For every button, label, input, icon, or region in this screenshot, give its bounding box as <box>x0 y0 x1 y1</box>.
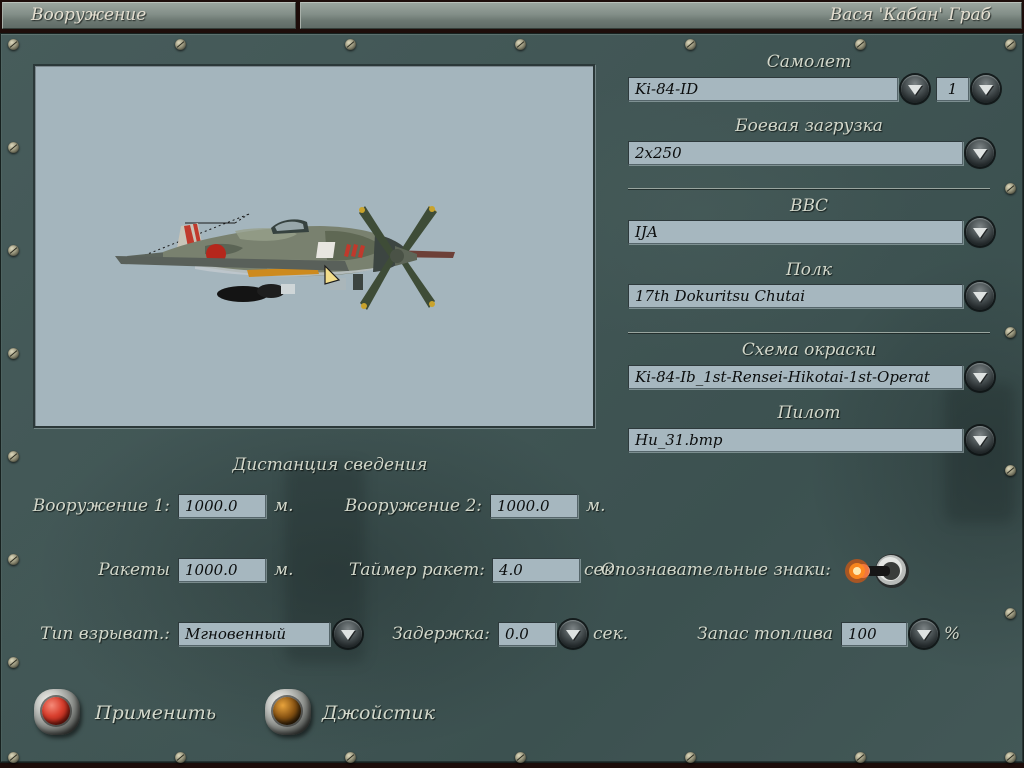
aircraft-preview[interactable] <box>33 64 595 428</box>
pilot-dropdown-button[interactable] <box>966 426 994 454</box>
screw-icon <box>345 752 356 763</box>
weapon1-label: Вооружение 1: <box>20 494 170 518</box>
aircraft-select[interactable]: Ki-84-ID <box>628 77 898 101</box>
player-name-tab: Вася 'Кабан' Граб <box>300 2 1022 29</box>
regiment-select[interactable]: 17th Dokuritsu Chutai <box>628 284 963 308</box>
aircraft-count-dropdown-button[interactable] <box>972 75 1000 103</box>
pilot-label: Пилот <box>628 401 990 425</box>
screw-icon <box>685 39 696 50</box>
rockets-field[interactable]: 1000.0 <box>178 558 266 582</box>
fuel-field[interactable]: 100 <box>841 622 907 646</box>
screw-icon <box>8 245 19 256</box>
markings-label: Опознавательные знаки: <box>601 558 831 582</box>
chevron-down-icon <box>973 228 987 238</box>
screw-icon <box>1005 327 1016 338</box>
delay-dropdown-button[interactable] <box>559 620 587 648</box>
fuel-unit: % <box>944 622 960 646</box>
aircraft-label: Самолет <box>628 50 990 74</box>
chevron-down-icon <box>973 373 987 383</box>
screw-icon <box>345 39 356 50</box>
fuel-dropdown-button[interactable] <box>910 620 938 648</box>
fuse-type-label: Тип взрыват.: <box>20 622 170 646</box>
screw-icon <box>1005 39 1016 50</box>
joystick-button[interactable] <box>265 689 311 735</box>
delay-field[interactable]: 0.0 <box>498 622 556 646</box>
screw-icon <box>1005 752 1016 763</box>
section-divider <box>628 188 990 189</box>
markings-toggle[interactable] <box>840 546 912 596</box>
screw-icon <box>8 752 19 763</box>
air-force-select[interactable]: IJA <box>628 220 963 244</box>
loadout-label: Боевая загрузка <box>628 114 990 138</box>
regiment-label: Полк <box>628 258 990 282</box>
weapon2-field[interactable]: 1000.0 <box>490 494 578 518</box>
weapon1-unit: м. <box>274 494 294 518</box>
screw-icon <box>175 752 186 763</box>
chevron-down-icon <box>917 630 931 640</box>
regiment-dropdown-button[interactable] <box>966 282 994 310</box>
arming-screen: Вооружение Вася 'Кабан' Граб <box>0 0 1024 768</box>
aircraft-dropdown-button[interactable] <box>901 75 929 103</box>
chevron-down-icon <box>979 85 993 95</box>
red-button-icon <box>42 697 70 725</box>
rockets-unit: м. <box>274 558 294 582</box>
delay-unit: сек. <box>593 622 628 646</box>
chevron-down-icon <box>341 630 355 640</box>
convergence-title: Дистанция сведения <box>130 453 530 477</box>
chevron-down-icon <box>973 436 987 446</box>
air-force-dropdown-button[interactable] <box>966 218 994 246</box>
screw-icon <box>175 39 186 50</box>
section-divider <box>628 332 990 333</box>
rockets-label: Ракеты <box>20 558 170 582</box>
weapon2-label: Вооружение 2: <box>332 494 482 518</box>
rocket-timer-label: Таймер ракет: <box>335 558 485 582</box>
aircraft-count-field[interactable]: 1 <box>936 77 969 101</box>
screw-icon <box>1005 608 1016 619</box>
fuel-label: Запас топлива <box>690 622 833 646</box>
chevron-down-icon <box>973 292 987 302</box>
chevron-down-icon <box>566 630 580 640</box>
screw-icon <box>1005 183 1016 194</box>
main-panel: Самолет Ki-84-ID 1 Боевая загрузка 2x250… <box>0 33 1024 763</box>
air-force-label: ВВС <box>628 194 990 218</box>
chevron-down-icon <box>908 85 922 95</box>
screw-icon <box>515 752 526 763</box>
joystick-label: Джойстик <box>322 701 435 725</box>
fuse-type-select[interactable]: Мгновенный <box>178 622 330 646</box>
paint-scheme-select[interactable]: Ki-84-Ib_1st-Rensei-Hikotai-1st-Operat <box>628 365 963 389</box>
screw-icon <box>8 142 19 153</box>
screw-icon <box>8 39 19 50</box>
rocket-timer-field[interactable]: 4.0 <box>492 558 580 582</box>
aircraft-render <box>35 66 593 426</box>
screw-icon <box>8 657 19 668</box>
pilot-select[interactable]: Hu_31.bmp <box>628 428 963 452</box>
loadout-select[interactable]: 2x250 <box>628 141 963 165</box>
paint-scheme-dropdown-button[interactable] <box>966 363 994 391</box>
apply-button[interactable] <box>34 689 80 735</box>
apply-label: Применить <box>95 701 216 725</box>
paint-scheme-label: Схема окраски <box>628 338 990 362</box>
weapon1-field[interactable]: 1000.0 <box>178 494 266 518</box>
screw-icon <box>515 39 526 50</box>
screw-icon <box>8 451 19 462</box>
screw-icon <box>685 752 696 763</box>
chevron-down-icon <box>973 149 987 159</box>
screw-icon <box>1005 465 1016 476</box>
toggle-switch-icon <box>840 546 912 596</box>
loadout-dropdown-button[interactable] <box>966 139 994 167</box>
amber-button-icon <box>273 697 301 725</box>
screw-icon <box>855 752 866 763</box>
screw-icon <box>8 554 19 565</box>
delay-label: Задержка: <box>380 622 490 646</box>
weapon2-unit: м. <box>586 494 606 518</box>
tab-armament[interactable]: Вооружение <box>2 2 296 29</box>
screw-icon <box>8 348 19 359</box>
fuse-type-dropdown-button[interactable] <box>334 620 362 648</box>
screw-icon <box>855 39 866 50</box>
